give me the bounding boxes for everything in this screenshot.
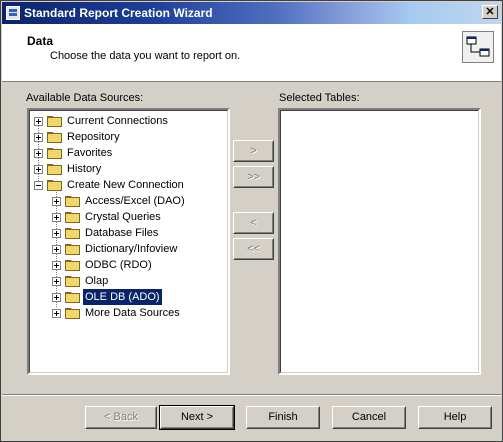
available-data-sources-label: Available Data Sources:: [26, 92, 144, 104]
tree-item-label: Favorites: [67, 147, 113, 159]
open-folder-icon: [47, 180, 62, 191]
folder-icon: [47, 148, 62, 159]
app-icon: [6, 6, 20, 20]
table-link-icon: [462, 31, 494, 63]
add-table-button[interactable]: >: [233, 140, 274, 162]
close-icon[interactable]: ✕: [482, 5, 498, 19]
folder-icon: [65, 228, 80, 239]
folder-icon: [47, 132, 62, 143]
expand-icon[interactable]: [52, 229, 61, 238]
available-data-sources-tree[interactable]: Current Connections Repository Favorites Hi…: [27, 108, 230, 375]
tree-item-label: Create New Connection: [67, 179, 184, 191]
page-subtitle: Choose the data you want to report on.: [50, 50, 241, 62]
remove-all-tables-button[interactable]: <<: [233, 238, 274, 260]
tree-item-label: Dictionary/Infoview: [85, 243, 178, 255]
expand-icon[interactable]: [52, 277, 61, 286]
folder-icon: [65, 292, 80, 303]
folder-icon: [65, 212, 80, 223]
expand-icon[interactable]: [34, 149, 43, 158]
add-all-tables-button[interactable]: >>: [233, 166, 274, 188]
expand-icon[interactable]: [34, 165, 43, 174]
folder-icon: [65, 260, 80, 271]
folder-icon: [65, 308, 80, 319]
folder-icon: [65, 244, 80, 255]
folder-icon: [47, 164, 62, 175]
finish-button[interactable]: Finish: [246, 406, 320, 429]
cancel-button[interactable]: Cancel: [332, 406, 406, 429]
tree-item-label: Access/Excel (DAO): [85, 195, 185, 207]
expand-icon[interactable]: [34, 117, 43, 126]
tree-item-label: History: [67, 163, 102, 175]
tree-item-label: Olap: [85, 275, 109, 287]
tree-item-label: Database Files: [85, 227, 159, 239]
remove-table-button[interactable]: <: [233, 212, 274, 234]
window-title: Standard Report Creation Wizard: [24, 6, 213, 20]
expand-icon[interactable]: [52, 261, 61, 270]
tree-item-label: OLE DB (ADO): [82, 288, 163, 306]
expand-icon[interactable]: [34, 133, 43, 142]
back-button[interactable]: < Back: [85, 406, 157, 429]
tree-item-label: Crystal Queries: [85, 211, 161, 223]
tree-item-label: Repository: [67, 131, 120, 143]
expand-icon[interactable]: [52, 245, 61, 254]
folder-icon: [47, 116, 62, 127]
folder-icon: [65, 276, 80, 287]
page-title: Data: [27, 34, 54, 48]
selected-tables-label: Selected Tables:: [279, 92, 360, 104]
help-button[interactable]: Help: [418, 406, 492, 429]
tree-item-label: ODBC (RDO): [85, 259, 152, 271]
title-bar[interactable]: Standard Report Creation Wizard ✕: [2, 2, 501, 24]
expand-icon[interactable]: [52, 309, 61, 318]
footer-separator: [2, 394, 501, 396]
expand-icon[interactable]: [52, 213, 61, 222]
selected-tables-list[interactable]: [278, 108, 481, 375]
expand-icon[interactable]: [52, 293, 61, 302]
wizard-window: Standard Report Creation Wizard ✕ Data C…: [0, 0, 503, 442]
folder-icon: [65, 196, 80, 207]
next-button[interactable]: Next >: [159, 405, 235, 430]
tree-item-label: Current Connections: [67, 115, 168, 127]
expand-icon[interactable]: [52, 197, 61, 206]
tree-item-label: More Data Sources: [85, 307, 180, 319]
header-band: Data Choose the data you want to report …: [2, 24, 501, 82]
collapse-icon[interactable]: [34, 181, 43, 190]
